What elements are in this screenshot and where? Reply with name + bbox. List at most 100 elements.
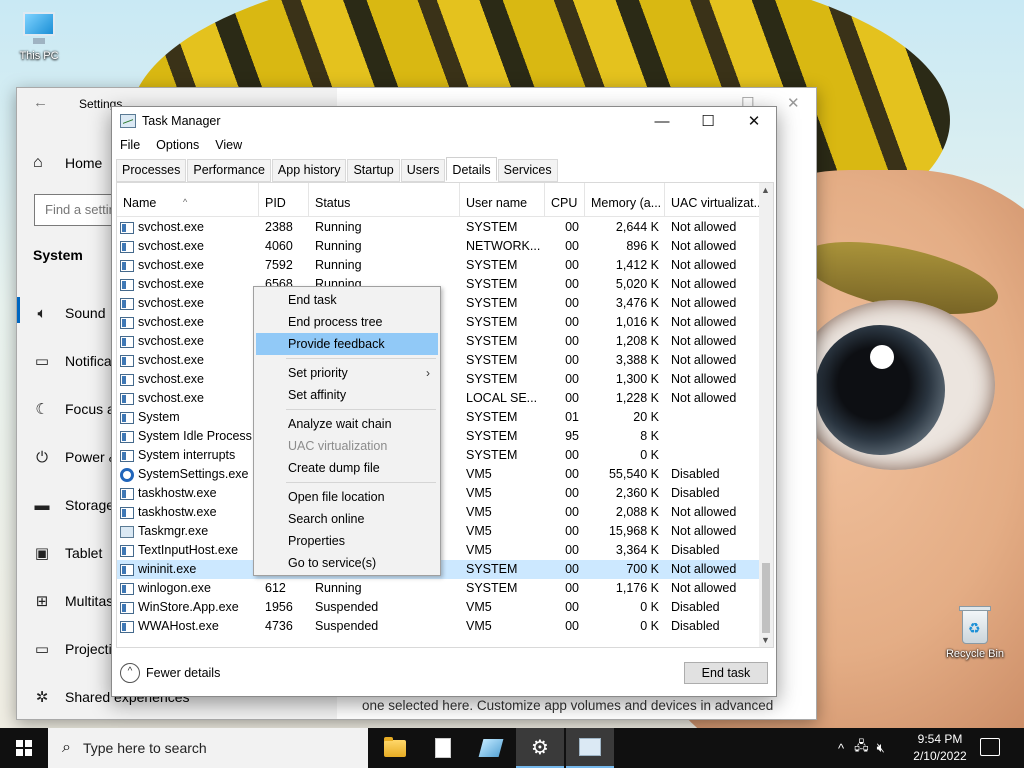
cell-name: svchost.exe: [117, 313, 259, 332]
clock-date: 2/10/2022: [913, 749, 967, 763]
close-icon[interactable]: ✕: [787, 94, 800, 112]
cell-uac: Disabled: [671, 543, 720, 557]
table-row[interactable]: svchost.exe 4060 Running NETWORK... 00 896 K N…: [117, 237, 761, 256]
desktop-icon-recycle-bin[interactable]: ♻ Recycle Bin: [940, 604, 1010, 660]
column-header-status[interactable]: Status: [309, 183, 460, 217]
cell-user: SYSTEM: [466, 448, 518, 462]
table-row[interactable]: svchost.exe 7592 Running SYSTEM 00 1,412 K Not…: [117, 256, 761, 275]
fewer-details-link[interactable]: Fewer details: [146, 666, 220, 680]
column-header-user[interactable]: User name: [460, 183, 545, 217]
tab-details[interactable]: Details: [446, 157, 497, 181]
start-button[interactable]: [0, 728, 48, 768]
taskbar-clock[interactable]: 9:54 PM 2/10/2022: [908, 731, 972, 765]
cell-memory: 3,476 K: [615, 296, 659, 310]
vertical-scrollbar[interactable]: ▲ ▼: [759, 183, 773, 647]
minimize-button[interactable]: —: [639, 107, 685, 135]
process-icon: [120, 506, 134, 519]
table-row[interactable]: svchost.exe 2388 Running SYSTEM 00 2,644 K Not…: [117, 218, 761, 237]
context-menu-item[interactable]: Set affinity: [256, 384, 438, 406]
column-header-name[interactable]: ^ Name: [117, 183, 259, 217]
column-header-memory[interactable]: Memory (a...: [585, 183, 665, 217]
sidebar-item-label: Sound: [65, 305, 106, 321]
column-header-cpu[interactable]: CPU: [545, 183, 585, 217]
cell-name: winlogon.exe: [117, 579, 259, 598]
menu-separator: [286, 482, 436, 483]
cell-memory: 896 K: [626, 239, 659, 253]
cell-uac: Disabled: [671, 619, 720, 633]
cell-memory: 1,208 K: [615, 334, 659, 348]
process-icon: [120, 354, 134, 367]
scroll-down-icon[interactable]: ▼: [761, 635, 770, 645]
cell-uac: Not allowed: [671, 372, 737, 386]
maximize-button[interactable]: ☐: [685, 107, 731, 135]
settings-home[interactable]: ⌂ Home: [33, 151, 102, 175]
cell-name: TextInputHost.exe: [117, 541, 259, 560]
menu-file[interactable]: File: [112, 137, 148, 157]
cell-uac: [665, 427, 761, 446]
table-row[interactable]: winlogon.exe 612 Running SYSTEM 00 1,176 K Not…: [117, 579, 761, 598]
process-icon: [120, 449, 134, 462]
cell-name: WWAHost.exe: [117, 617, 259, 636]
menu-options[interactable]: Options: [148, 137, 207, 157]
menu-view[interactable]: View: [207, 137, 250, 157]
process-name: svchost.exe: [138, 353, 205, 367]
tab-services[interactable]: Services: [497, 159, 558, 182]
scroll-up-icon[interactable]: ▲: [761, 185, 770, 195]
context-menu-item[interactable]: End task: [256, 289, 438, 311]
task-manager-titlebar[interactable]: Task Manager — ☐ ✕: [112, 107, 776, 135]
cell-cpu: 00: [565, 372, 579, 386]
menu-item-label: Properties: [288, 534, 345, 548]
chevron-up-icon[interactable]: ^: [838, 741, 844, 756]
table-row[interactable]: WWAHost.exe 4736 Suspended VM5 00 0 K Disabled: [117, 617, 761, 636]
tab-startup[interactable]: Startup: [347, 159, 400, 182]
taskbar-app-settings[interactable]: ⚙: [516, 728, 564, 768]
context-menu-item[interactable]: Go to service(s): [256, 552, 438, 574]
cell-pid: 7592: [265, 258, 293, 272]
context-menu-item[interactable]: Create dump file: [256, 457, 438, 479]
tab-app-history[interactable]: App history: [271, 159, 347, 182]
context-menu-item[interactable]: Analyze wait chain: [256, 413, 438, 435]
chevron-up-icon[interactable]: ^: [120, 663, 140, 683]
context-menu-item[interactable]: Open file location: [256, 486, 438, 508]
process-icon: [120, 430, 134, 443]
cell-user: VM5: [466, 505, 492, 519]
process-name: wininit.exe: [138, 562, 197, 576]
cell-memory: 2,360 K: [615, 486, 659, 500]
settings-gear-icon: [120, 467, 134, 482]
scrollbar-thumb[interactable]: [762, 563, 770, 633]
taskbar-app-file-explorer[interactable]: [371, 728, 419, 768]
close-button[interactable]: ✕: [731, 107, 777, 135]
settings-section-title: System: [33, 247, 83, 263]
volume-muted-icon[interactable]: 🔇︎: [877, 740, 885, 756]
taskbar-app-document[interactable]: [419, 728, 467, 768]
process-name: svchost.exe: [138, 391, 205, 405]
notification-center-icon[interactable]: [980, 738, 1000, 756]
tab-performance[interactable]: Performance: [187, 159, 271, 182]
home-icon: ⌂: [33, 154, 43, 171]
cell-cpu: 95: [565, 429, 579, 443]
cell-uac: Disabled: [671, 486, 720, 500]
process-name: svchost.exe: [138, 277, 205, 291]
taskbar-search-box[interactable]: ⌕ Type here to search: [48, 728, 368, 768]
network-icon[interactable]: 🖧︎: [854, 737, 869, 759]
context-menu-item[interactable]: Set priority ›: [256, 362, 438, 384]
context-menu-item[interactable]: Provide feedback: [256, 333, 438, 355]
back-arrow-icon[interactable]: ←: [33, 94, 48, 111]
column-header-uac[interactable]: UAC virtualizat...: [665, 183, 761, 217]
taskbar-app-task-manager[interactable]: [566, 728, 614, 768]
column-header-pid[interactable]: PID: [259, 183, 309, 217]
tab-users[interactable]: Users: [400, 159, 446, 182]
context-menu-item[interactable]: Properties: [256, 530, 438, 552]
cell-name: System interrupts: [117, 446, 259, 465]
cell-name: taskhostw.exe: [117, 503, 259, 522]
desktop-icon-this-pc[interactable]: This PC: [4, 12, 74, 62]
end-task-button[interactable]: End task: [684, 662, 768, 684]
context-menu-item[interactable]: End process tree: [256, 311, 438, 333]
minimize-icon: —: [654, 112, 670, 130]
table-row[interactable]: WinStore.App.exe 1956 Suspended VM5 00 0 K Dis…: [117, 598, 761, 617]
cell-uac: Not allowed: [671, 581, 737, 595]
cell-user: SYSTEM: [466, 353, 518, 367]
context-menu-item[interactable]: Search online: [256, 508, 438, 530]
taskbar-app-notepad[interactable]: [467, 728, 515, 768]
tab-processes[interactable]: Processes: [116, 159, 187, 182]
